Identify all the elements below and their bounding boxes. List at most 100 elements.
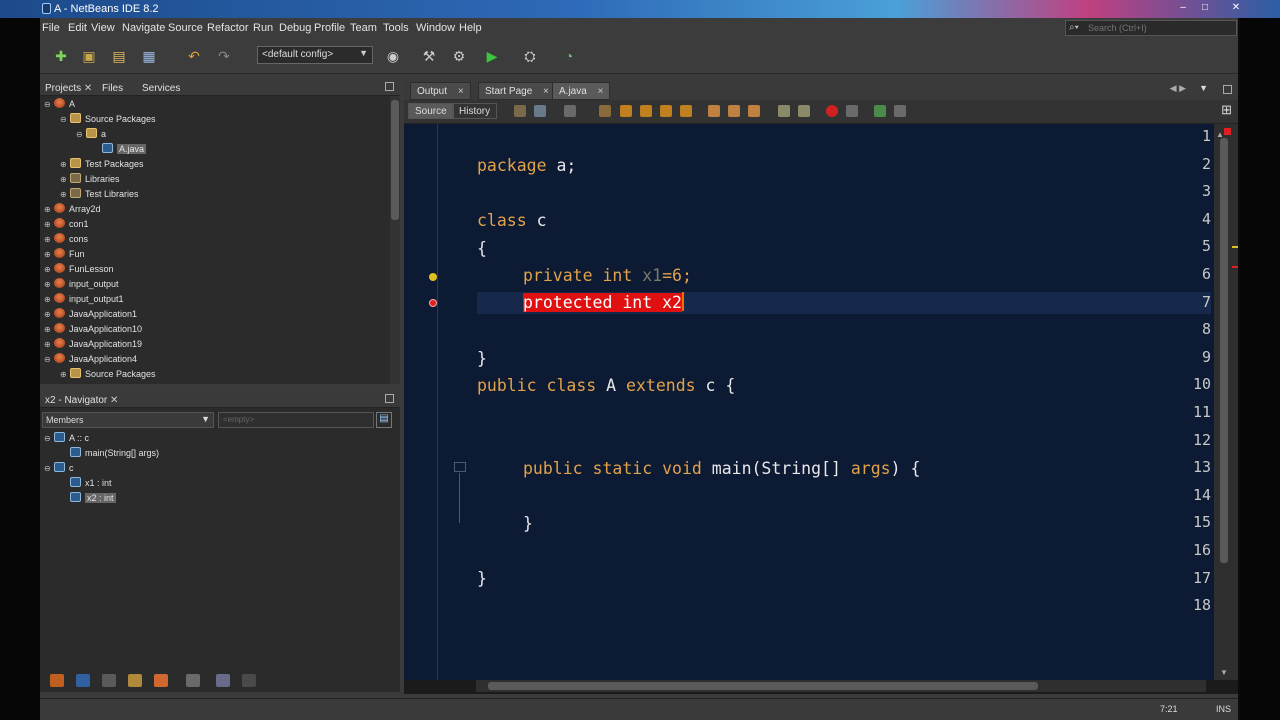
tab-files[interactable]: Files [102,83,123,94]
menu-help[interactable]: Help [459,22,482,34]
shift-right-icon[interactable] [798,105,810,117]
tab-navigator[interactable]: x2 - Navigator ✕ [45,395,118,406]
filter-inner-classes-icon[interactable] [154,674,168,687]
fold-toggle-icon[interactable] [454,462,466,472]
expand-icon[interactable]: ⊕ [44,340,54,349]
scroll-down-icon[interactable]: ▼ [1220,668,1228,677]
menu-navigate[interactable]: Navigate [122,22,165,34]
expand-icon[interactable]: ⊕ [60,160,70,169]
expand-icon[interactable]: ⊕ [44,265,54,274]
navigator-item[interactable]: x2 : int [60,492,116,507]
split-editor-icon[interactable]: ⊞ [1221,102,1232,118]
navigator-filter-input[interactable]: <empty> [218,412,374,428]
history-view-button[interactable]: History [452,103,498,119]
last-edit-icon[interactable] [514,105,526,117]
previous-bookmark-icon[interactable] [708,105,720,117]
run-icon[interactable]: ▶ [483,47,501,65]
project-tree-item[interactable]: ⊖ JavaApplication4 [44,353,137,368]
open-project-icon[interactable]: ▤ [110,47,128,65]
project-tree-item[interactable]: ⊖ A [44,98,75,113]
project-tree-item[interactable]: ⊕ Test Libraries [60,188,139,203]
project-tree-item[interactable]: ⊕ Libraries [60,173,120,188]
new-file-icon[interactable]: ✚ [52,47,70,65]
project-tree-item[interactable]: ⊕ Array2d [44,203,101,218]
menu-tools[interactable]: Tools [383,22,409,34]
menu-team[interactable]: Team [350,22,377,34]
error-marker-icon[interactable] [429,299,437,307]
navigator-options-icon[interactable]: ▤ [376,412,392,428]
expand-icon[interactable]: ⊕ [44,310,54,319]
close-icon[interactable]: ✕ [110,395,118,406]
expand-icon[interactable]: ⊕ [44,220,54,229]
project-tree-item[interactable]: ⊕ Test Packages [60,158,144,173]
code-area[interactable]: 1 2 3 4 5 6 7 8 9 10 11 12 13 14 15 16 17 18 package a; c… [404,124,1214,680]
debug-icon[interactable]: ⛭ [521,47,539,65]
show-opened-documents-icon[interactable]: ▼ [1199,83,1208,93]
minimize-panel-icon[interactable] [385,394,394,403]
project-tree-item[interactable]: ⊕ con1 [44,218,89,233]
menu-profile[interactable]: Profile [314,22,345,34]
source-view-button[interactable]: Source [408,103,454,119]
expand-icon[interactable]: ⊕ [60,370,70,379]
find-next-icon[interactable] [640,105,652,117]
close-icon[interactable]: × [458,86,464,97]
fqn-icon[interactable] [242,674,256,687]
projects-scrollbar[interactable] [390,96,400,384]
close-icon[interactable]: ✕ [84,83,92,94]
project-tree-item[interactable]: ⊕ input_output [44,278,119,293]
filter-inherited-icon[interactable] [50,674,64,687]
minimize-panel-icon[interactable] [385,82,394,91]
project-tree-item[interactable]: ⊕ cons [44,233,88,248]
project-tree-item[interactable]: ⊕ Fun [44,248,85,263]
error-stripe-mark[interactable] [1232,266,1238,268]
filter-static-icon[interactable] [102,674,116,687]
config-select[interactable]: <default config> ▼ [257,46,373,64]
maximize-button[interactable]: □ [1194,0,1216,16]
tab-projects[interactable]: Projects ✕ [45,83,92,94]
project-tree-item[interactable]: A.java [92,143,147,158]
globe-icon[interactable]: ◉ [384,47,402,65]
back-icon[interactable] [534,105,546,117]
find-previous-icon[interactable] [620,105,632,117]
menu-source[interactable]: Source [168,22,203,34]
toggle-bookmark-icon[interactable] [748,105,760,117]
start-macro-icon[interactable] [826,105,838,117]
expand-icon[interactable]: ⊕ [44,325,54,334]
expand-icon[interactable]: ⊕ [60,175,70,184]
error-stripe[interactable]: ▲ ▼ [1214,124,1238,680]
project-tree-item[interactable]: ⊕ JavaApplication1 [44,308,137,323]
uncomment-icon[interactable] [894,105,906,117]
horizontal-scroll-thumb[interactable] [488,682,1038,690]
members-select[interactable]: Members ▼ [42,412,214,428]
project-tree-item[interactable]: ⊕ Source Packages [60,368,156,383]
warning-bulb-icon[interactable] [429,273,437,281]
close-icon[interactable]: × [598,86,604,97]
project-tree-item[interactable]: ⊕ input_output1 [44,293,124,308]
expand-icon[interactable]: ⊕ [44,235,54,244]
expand-icon[interactable]: ⊕ [44,250,54,259]
collapse-icon[interactable]: ⊖ [76,130,86,139]
project-tree-item[interactable]: ⊕ FunLesson [44,263,114,278]
tab-services[interactable]: Services [142,83,180,94]
save-all-icon[interactable]: ▦ [140,47,158,65]
menu-view[interactable]: View [91,22,115,34]
horizontal-scrollbar[interactable] [476,680,1206,692]
expand-icon[interactable]: ⊕ [44,280,54,289]
warning-stripe-mark[interactable] [1232,246,1238,248]
navigator-item[interactable]: ⊖ A :: c [44,432,89,447]
close-icon[interactable]: × [543,86,549,97]
toggle-highlight-icon[interactable] [680,105,692,117]
project-tree-item[interactable]: ⊕ JavaApplication10 [44,323,142,338]
collapse-icon[interactable]: ⊖ [44,100,54,109]
vertical-scroll-thumb[interactable] [1220,138,1228,563]
quick-search[interactable]: ⌕▾ [1065,20,1237,36]
sort-by-source-icon[interactable] [216,674,230,687]
menu-file[interactable]: File [42,22,60,34]
scroll-tabs-arrows-icon[interactable]: ◀ ▶ [1170,83,1186,94]
navigator-item[interactable]: main(String[] args) [60,447,159,462]
profile-icon[interactable]: ◔ [560,47,578,65]
collapse-icon[interactable]: ⊖ [44,355,54,364]
project-tree-item[interactable]: ⊖ a [76,128,106,143]
redo-icon[interactable]: ↷ [215,47,233,65]
project-tree-item[interactable]: ⊖ Source Packages [60,113,156,128]
